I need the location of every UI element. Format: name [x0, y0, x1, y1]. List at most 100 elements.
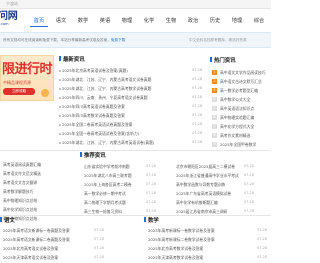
- list-item[interactable]: 2025年天津高考数学试卷及答案 07-28: [144, 253, 271, 262]
- nav-item-biology[interactable]: 生物: [162, 15, 180, 27]
- list-item-title[interactable]: 2025年全国一卷高考英语试卷及答案(含听力): [62, 129, 182, 138]
- list-item[interactable]: 2025年高考语文新课标一卷真题及答案 07-28: [0, 226, 120, 235]
- rank-badge: 8: [212, 133, 217, 138]
- nav-item-general[interactable]: 综合: [250, 15, 268, 27]
- list-item-title[interactable]: 2025年高考语文新课标二卷真题及答案: [3, 235, 93, 244]
- list-item[interactable]: 8 高考作文素材精选: [210, 131, 271, 140]
- left-side-list: 高考英语阅读真题汇编 高考语文作文范文精选 高考语文文言文翻译 高考数学解题技巧…: [0, 160, 54, 223]
- list-item[interactable]: 2025年湖北、江苏、辽宁、内蒙古高考英语试卷(真题) 07-28: [59, 138, 206, 147]
- list-item[interactable]: 9 2025年全国甲卷数学: [210, 140, 271, 149]
- list-item-title[interactable]: 高二物理下学期月考试题: [84, 198, 170, 207]
- list-item-title[interactable]: 高考作文素材精选: [220, 131, 270, 140]
- table-row: 2025年上海各区高考二模卷 07-28 高中数学函数与导数专题训练 07-28: [80, 180, 271, 189]
- list-item[interactable]: 高考数学解题技巧: [0, 187, 54, 196]
- list-item-title[interactable]: 2025年湖北八市高三联考题: [84, 171, 170, 180]
- list-item[interactable]: 高考语文文言文翻译: [0, 178, 54, 187]
- nav-item-chinese[interactable]: 语文: [52, 15, 70, 27]
- list-item-date: 07-28: [192, 95, 202, 99]
- list-item-title[interactable]: 山东省实验中学考前冲刺题: [84, 162, 170, 171]
- list-item-date: 07-28: [146, 173, 156, 177]
- list-item-title[interactable]: 2025年四川高考英语试卷真题及答案: [62, 102, 182, 111]
- list-item-date: 07-28: [94, 246, 104, 250]
- list-item[interactable]: 2025年北京高考英语试卷及答案(真题) 07-28: [59, 66, 206, 75]
- list-item-title[interactable]: 高中英语语法知识点: [220, 104, 270, 113]
- list-item-title[interactable]: 高中数学公式大全: [220, 95, 270, 104]
- section-divider: [0, 150, 271, 151]
- list-item[interactable]: 2025年湖北、江苏、辽宁、内蒙古高考数学试卷真题 07-28: [59, 84, 206, 93]
- list-item-title[interactable]: 2025年北京高考英语试卷及答案(真题): [62, 66, 182, 75]
- list-item-title[interactable]: 2025年四川、云南、贵州、宁夏高考语文试卷真题: [62, 93, 182, 102]
- list-item-title[interactable]: 高考语文文言文翻译: [3, 178, 51, 187]
- list-item[interactable]: 2025年天津高考语文试卷及答案 07-28: [0, 253, 120, 262]
- list-item[interactable]: 2025年四川高考数学试卷真题及答案 07-28: [59, 111, 206, 120]
- list-item-title[interactable]: 2025年全国二卷高考英语试卷真题及答案: [62, 120, 182, 129]
- list-item[interactable]: 2025年四川、云南、贵州、宁夏高考语文试卷真题 07-28: [59, 93, 206, 102]
- list-item[interactable]: 高中化学知识点总结: [0, 205, 54, 214]
- list-item[interactable]: 2 高中语文古诗文默写汇总: [210, 77, 271, 86]
- list-item-title[interactable]: 2025年全国甲卷数学: [220, 140, 270, 149]
- list-item-title[interactable]: 高考英语阅读真题汇编: [3, 160, 51, 169]
- nav-item-history[interactable]: 历史: [206, 15, 224, 27]
- list-item-title[interactable]: 2025年湖北、江苏、辽宁、内蒙古高考数学试卷真题: [62, 84, 182, 93]
- list-item-title[interactable]: 2025年北京高考数学试卷及答案: [148, 244, 238, 253]
- list-item[interactable]: 2025年全国二卷高考英语试卷真题及答案 07-28: [59, 120, 206, 129]
- list-item-title[interactable]: 2025年北京高考语文试卷及答案: [3, 244, 93, 253]
- nav-item-english[interactable]: 英语: [96, 15, 114, 27]
- list-item-title[interactable]: 高中语文古诗文默写汇总: [220, 77, 270, 86]
- banner-subtitle: 中精品课程资源: [3, 80, 31, 85]
- hot-news-title: 热门资讯: [210, 57, 236, 65]
- list-item[interactable]: 2025年全国一卷高考英语试卷及答案(含听力) 07-28: [59, 129, 206, 138]
- promo-banner[interactable]: 限进行时 中精品课程资源 立即领取: [0, 55, 54, 101]
- list-item-title[interactable]: 高中化学知识点总结: [3, 205, 51, 214]
- list-item-title[interactable]: 2025年上海各区高考二模卷: [84, 180, 170, 189]
- list-item-title[interactable]: 2025年湖北、江苏、辽宁、内蒙古高考语文试卷真题: [62, 75, 182, 84]
- list-item-title[interactable]: 高中物理知识点总结: [3, 196, 51, 205]
- list-item[interactable]: 5 高中英语语法知识点: [210, 104, 271, 113]
- list-item[interactable]: 2025年高考新课标二卷数学试卷及答案 07-28: [144, 235, 271, 244]
- nav-item-math[interactable]: 数学: [74, 15, 92, 27]
- list-item[interactable]: 2025年湖北、江苏、辽宁、内蒙古高考语文试卷真题 07-28: [59, 75, 206, 84]
- list-item-title[interactable]: 2025年天津高考数学试卷及答案: [148, 253, 238, 262]
- list-item[interactable]: 2025年北京高考语文试卷及答案 07-28: [0, 244, 120, 253]
- list-item-title[interactable]: 高一数学必考题型汇编: [220, 86, 270, 95]
- location-label[interactable]: 宁波站: [6, 1, 18, 7]
- notice-text: 所有文档均可在线阅读和免费下载，本站分享最新高考试卷及答案，免费下载: [3, 38, 125, 43]
- list-item-title[interactable]: 2025年四川高考数学试卷真题及答案: [62, 111, 182, 120]
- notice-link[interactable]: 免费下载: [111, 38, 125, 42]
- list-item[interactable]: 6 高中物理实验题汇编: [210, 113, 271, 122]
- bullet: [59, 115, 61, 117]
- site-logo[interactable]: 问网 .com: [0, 11, 26, 27]
- list-item-date: 07-28: [94, 228, 104, 232]
- list-item[interactable]: 1 高中语文文学作品阅读技巧: [210, 68, 271, 77]
- list-item[interactable]: 4 高中数学公式大全: [210, 95, 271, 104]
- list-item[interactable]: 2025年高考语文新课标二卷真题及答案 07-28: [0, 235, 120, 244]
- list-item[interactable]: 7 高中化学方程式大全: [210, 122, 271, 131]
- list-item-title[interactable]: 2025年高考新课标二卷数学试卷及答案: [148, 235, 238, 244]
- notice-bar: 所有文档均可在线阅读和免费下载，本站分享最新高考试卷及答案，免费下载 中文全科名…: [0, 32, 271, 48]
- bullet: [59, 70, 61, 72]
- list-item-title[interactable]: 2025年湖北、江苏、辽宁、内蒙古高考英语试卷(真题): [62, 138, 182, 147]
- list-item[interactable]: 2025年北京高考数学试卷及答案 07-28: [144, 244, 271, 253]
- list-item-title[interactable]: 高考语文作文范文精选: [3, 169, 51, 178]
- list-item-title[interactable]: 2025年高考语文新课标一卷真题及答案: [3, 226, 93, 235]
- list-item-date: 07-28: [192, 68, 202, 72]
- nav-item-geography[interactable]: 地理: [228, 15, 246, 27]
- list-item-title[interactable]: 高中物理实验题汇编: [220, 113, 270, 122]
- list-item[interactable]: 高考英语阅读真题汇编: [0, 160, 54, 169]
- list-item-title[interactable]: 高中语文文学作品阅读技巧: [220, 68, 270, 77]
- list-item[interactable]: 2025年四川高考英语试卷真题及答案 07-28: [59, 102, 206, 111]
- list-item-title[interactable]: 2025年天津高考语文试卷及答案: [3, 253, 93, 262]
- list-item[interactable]: 2025年高考新课标一卷数学试卷及答案 07-28: [144, 226, 271, 235]
- list-item-title[interactable]: 高一数学必修一期中考试: [84, 189, 170, 198]
- list-item[interactable]: 高中物理知识点总结: [0, 196, 54, 205]
- nav-item-home[interactable]: 首页: [30, 15, 48, 27]
- list-item[interactable]: 3 高一数学必考题型汇编: [210, 86, 271, 95]
- banner-cta-button[interactable]: 立即领取: [3, 88, 35, 95]
- list-item-title[interactable]: 高考数学解题技巧: [3, 187, 51, 196]
- list-item-title[interactable]: 2025年高考新课标一卷数学试卷及答案: [148, 226, 238, 235]
- list-item[interactable]: 高考语文作文范文精选: [0, 169, 54, 178]
- nav-item-chemistry[interactable]: 化学: [140, 15, 158, 27]
- list-item-title[interactable]: 高中化学方程式大全: [220, 122, 270, 131]
- nav-item-politics[interactable]: 政治: [184, 15, 202, 27]
- nav-item-physics[interactable]: 物理: [118, 15, 136, 27]
